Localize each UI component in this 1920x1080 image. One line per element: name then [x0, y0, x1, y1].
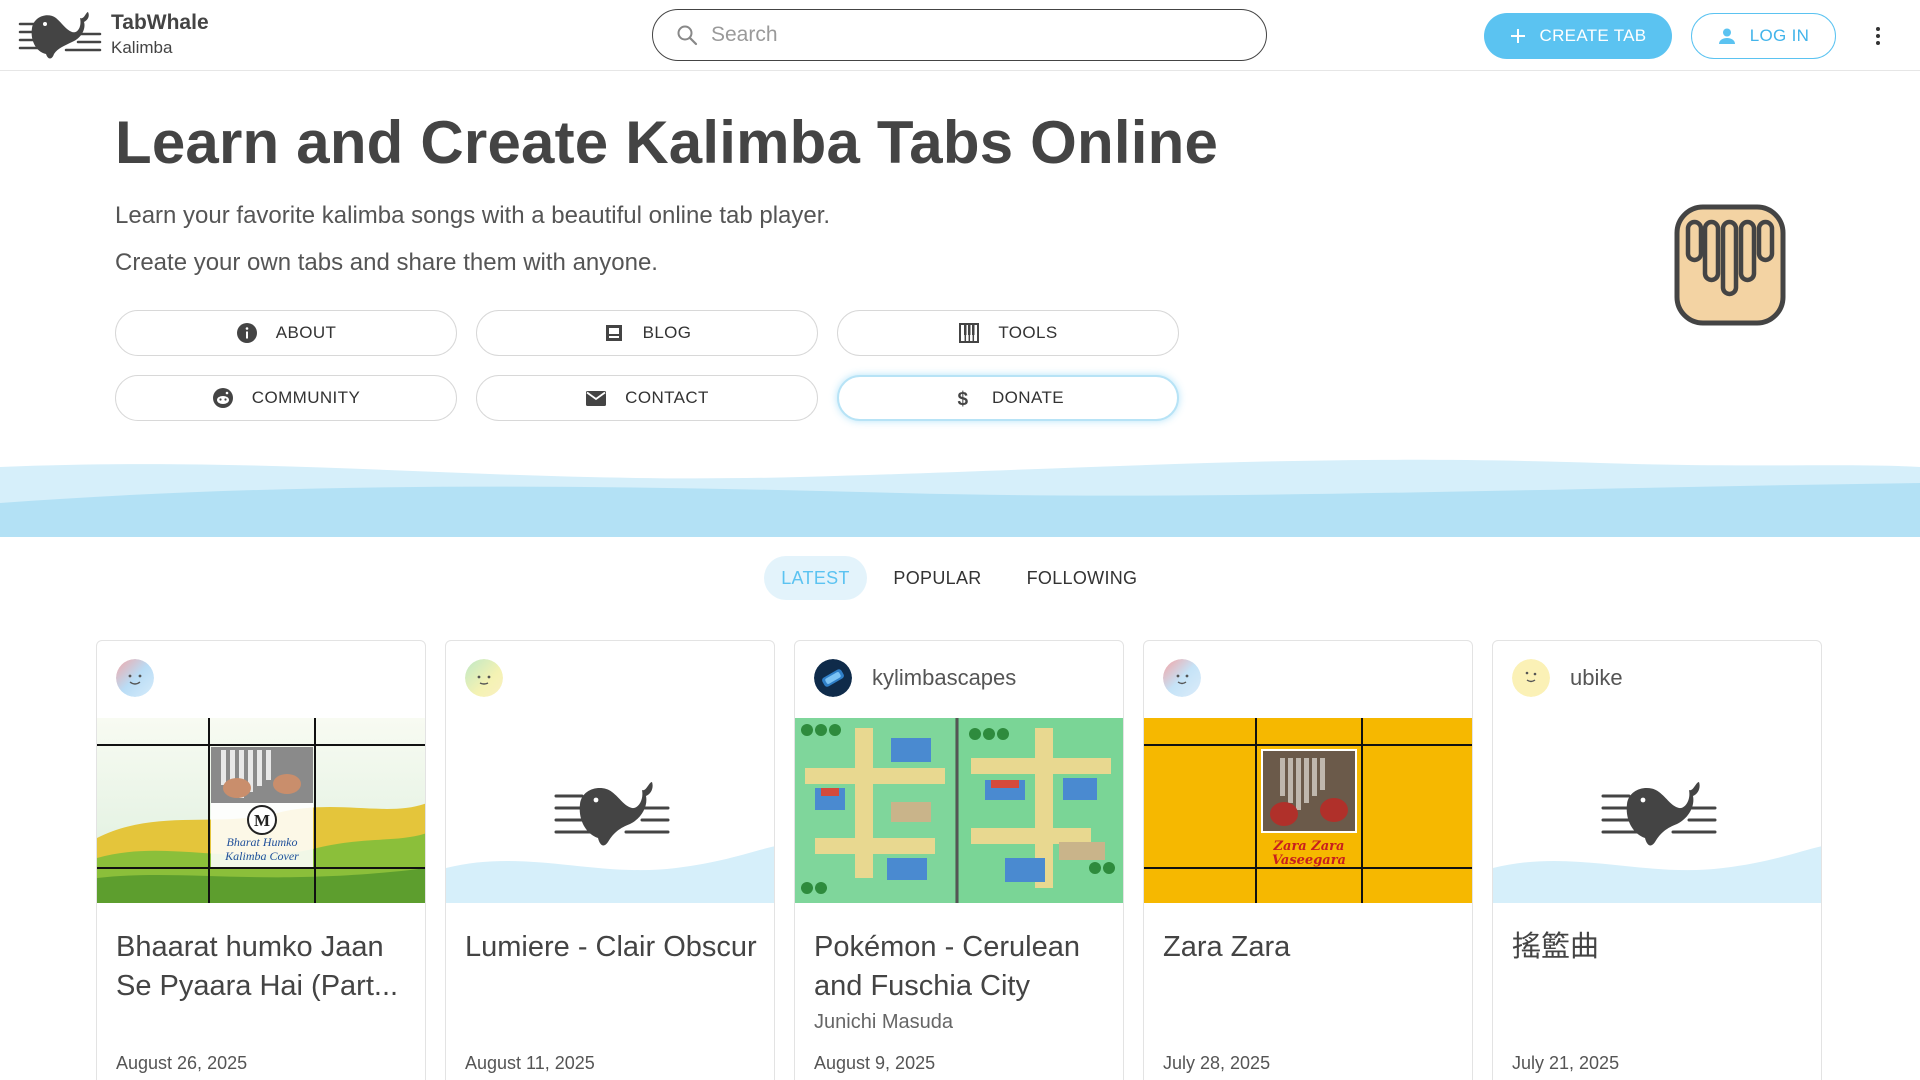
card-thumbnail[interactable]: Zara Zara Vaseegara: [1144, 718, 1473, 903]
login-button[interactable]: LOG IN: [1691, 13, 1836, 59]
tab-card[interactable]: kylimbascapes Pokémon - Cerulean and Fus…: [794, 640, 1124, 1080]
plus-icon: [1510, 29, 1525, 43]
avatar[interactable]: [1512, 659, 1550, 697]
card-date: August 26, 2025: [116, 1053, 248, 1073]
avatar[interactable]: [116, 659, 154, 697]
card-date: July 21, 2025: [1512, 1053, 1620, 1073]
card-title[interactable]: Bhaarat humko Jaan Se Pyaara Hai (Part..…: [116, 928, 416, 1006]
more-vertical-icon[interactable]: [1868, 20, 1888, 52]
contact-button[interactable]: CONTACT: [476, 375, 818, 421]
tools-label: TOOLS: [998, 323, 1058, 342]
about-button[interactable]: ABOUT: [115, 310, 457, 356]
piano-icon: [959, 323, 980, 343]
community-label: COMMUNITY: [251, 388, 361, 407]
card-thumbnail[interactable]: [795, 718, 1124, 903]
mail-icon: [586, 391, 607, 406]
search-input[interactable]: [711, 18, 1231, 52]
search-icon: [677, 25, 698, 46]
thumb-caption-2: Vaseegara: [1272, 853, 1346, 868]
card-title[interactable]: Zara Zara: [1163, 928, 1463, 967]
card-username[interactable]: ubike: [1570, 665, 1623, 691]
card-thumbnail-placeholder[interactable]: [446, 718, 775, 903]
tab-card[interactable]: Zara Zara Vaseegara Zara Zara July 28, 2…: [1143, 640, 1473, 1080]
page-title: Learn and Create Kalimba Tabs Online: [115, 109, 1219, 176]
whale-logo-icon[interactable]: [18, 6, 104, 64]
thumb-caption-2: Kalimba Cover: [224, 849, 299, 863]
contact-label: CONTACT: [625, 388, 709, 407]
avatar[interactable]: [1163, 659, 1201, 697]
create-tab-button[interactable]: CREATE TAB: [1484, 13, 1672, 59]
svg-text:$: $: [958, 389, 969, 409]
card-title[interactable]: 搖籃曲: [1512, 928, 1812, 967]
card-artist: Junichi Masuda: [814, 1011, 953, 1033]
info-icon: [236, 323, 257, 343]
tab-popular[interactable]: POPULAR: [886, 556, 989, 600]
card-date: August 11, 2025: [465, 1053, 595, 1073]
dollar-icon: $: [958, 389, 969, 409]
tab-following[interactable]: FOLLOWING: [1018, 556, 1146, 600]
card-date: August 9, 2025: [814, 1053, 936, 1073]
avatar[interactable]: [465, 659, 503, 697]
thumb-caption-1: Zara Zara: [1273, 839, 1345, 854]
card-thumbnail-placeholder[interactable]: [1493, 718, 1822, 903]
hero-description-1: Learn your favorite kalimba songs with a…: [115, 202, 831, 229]
donate-label: DONATE: [992, 388, 1064, 407]
search-bar[interactable]: [652, 9, 1267, 61]
reddit-icon: [212, 388, 233, 408]
card-title[interactable]: Pokémon - Cerulean and Fuschia City: [814, 928, 1114, 1006]
thumb-caption-1: Bharat Humko: [227, 835, 298, 849]
blog-button[interactable]: BLOG: [476, 310, 818, 356]
top-bar: TabWhale Kalimba CREATE TAB LOG IN: [0, 0, 1920, 71]
tab-latest[interactable]: LATEST: [764, 556, 867, 600]
thumb-logo-letter: M: [254, 811, 270, 830]
hero-description-2: Create your own tabs and share them with…: [115, 249, 658, 276]
community-button[interactable]: COMMUNITY: [115, 375, 457, 421]
donate-button[interactable]: $ DONATE: [837, 375, 1179, 421]
tab-card[interactable]: Lumiere - Clair Obscur August 11, 2025: [445, 640, 775, 1080]
person-icon: [1718, 28, 1735, 44]
blog-icon: [605, 325, 622, 341]
card-title[interactable]: Lumiere - Clair Obscur: [465, 928, 765, 967]
kalimba-icon: [1674, 204, 1786, 326]
avatar[interactable]: [814, 659, 852, 697]
tab-card[interactable]: M Bharat Humko Kalimba Cover Bhaarat hum…: [96, 640, 426, 1080]
wave-divider: [0, 459, 1920, 537]
card-username[interactable]: kylimbascapes: [872, 665, 1016, 691]
tab-card[interactable]: ubike 搖籃曲 July 21, 2025: [1492, 640, 1822, 1080]
card-date: July 28, 2025: [1163, 1053, 1271, 1073]
brand-subtitle: Kalimba: [111, 38, 173, 57]
create-tab-label: CREATE TAB: [1539, 26, 1647, 45]
card-thumbnail[interactable]: M Bharat Humko Kalimba Cover: [97, 718, 426, 903]
brand-name[interactable]: TabWhale: [111, 11, 209, 35]
about-label: ABOUT: [275, 323, 337, 342]
blog-label: BLOG: [642, 323, 692, 342]
login-label: LOG IN: [1749, 26, 1810, 45]
tools-button[interactable]: TOOLS: [837, 310, 1179, 356]
